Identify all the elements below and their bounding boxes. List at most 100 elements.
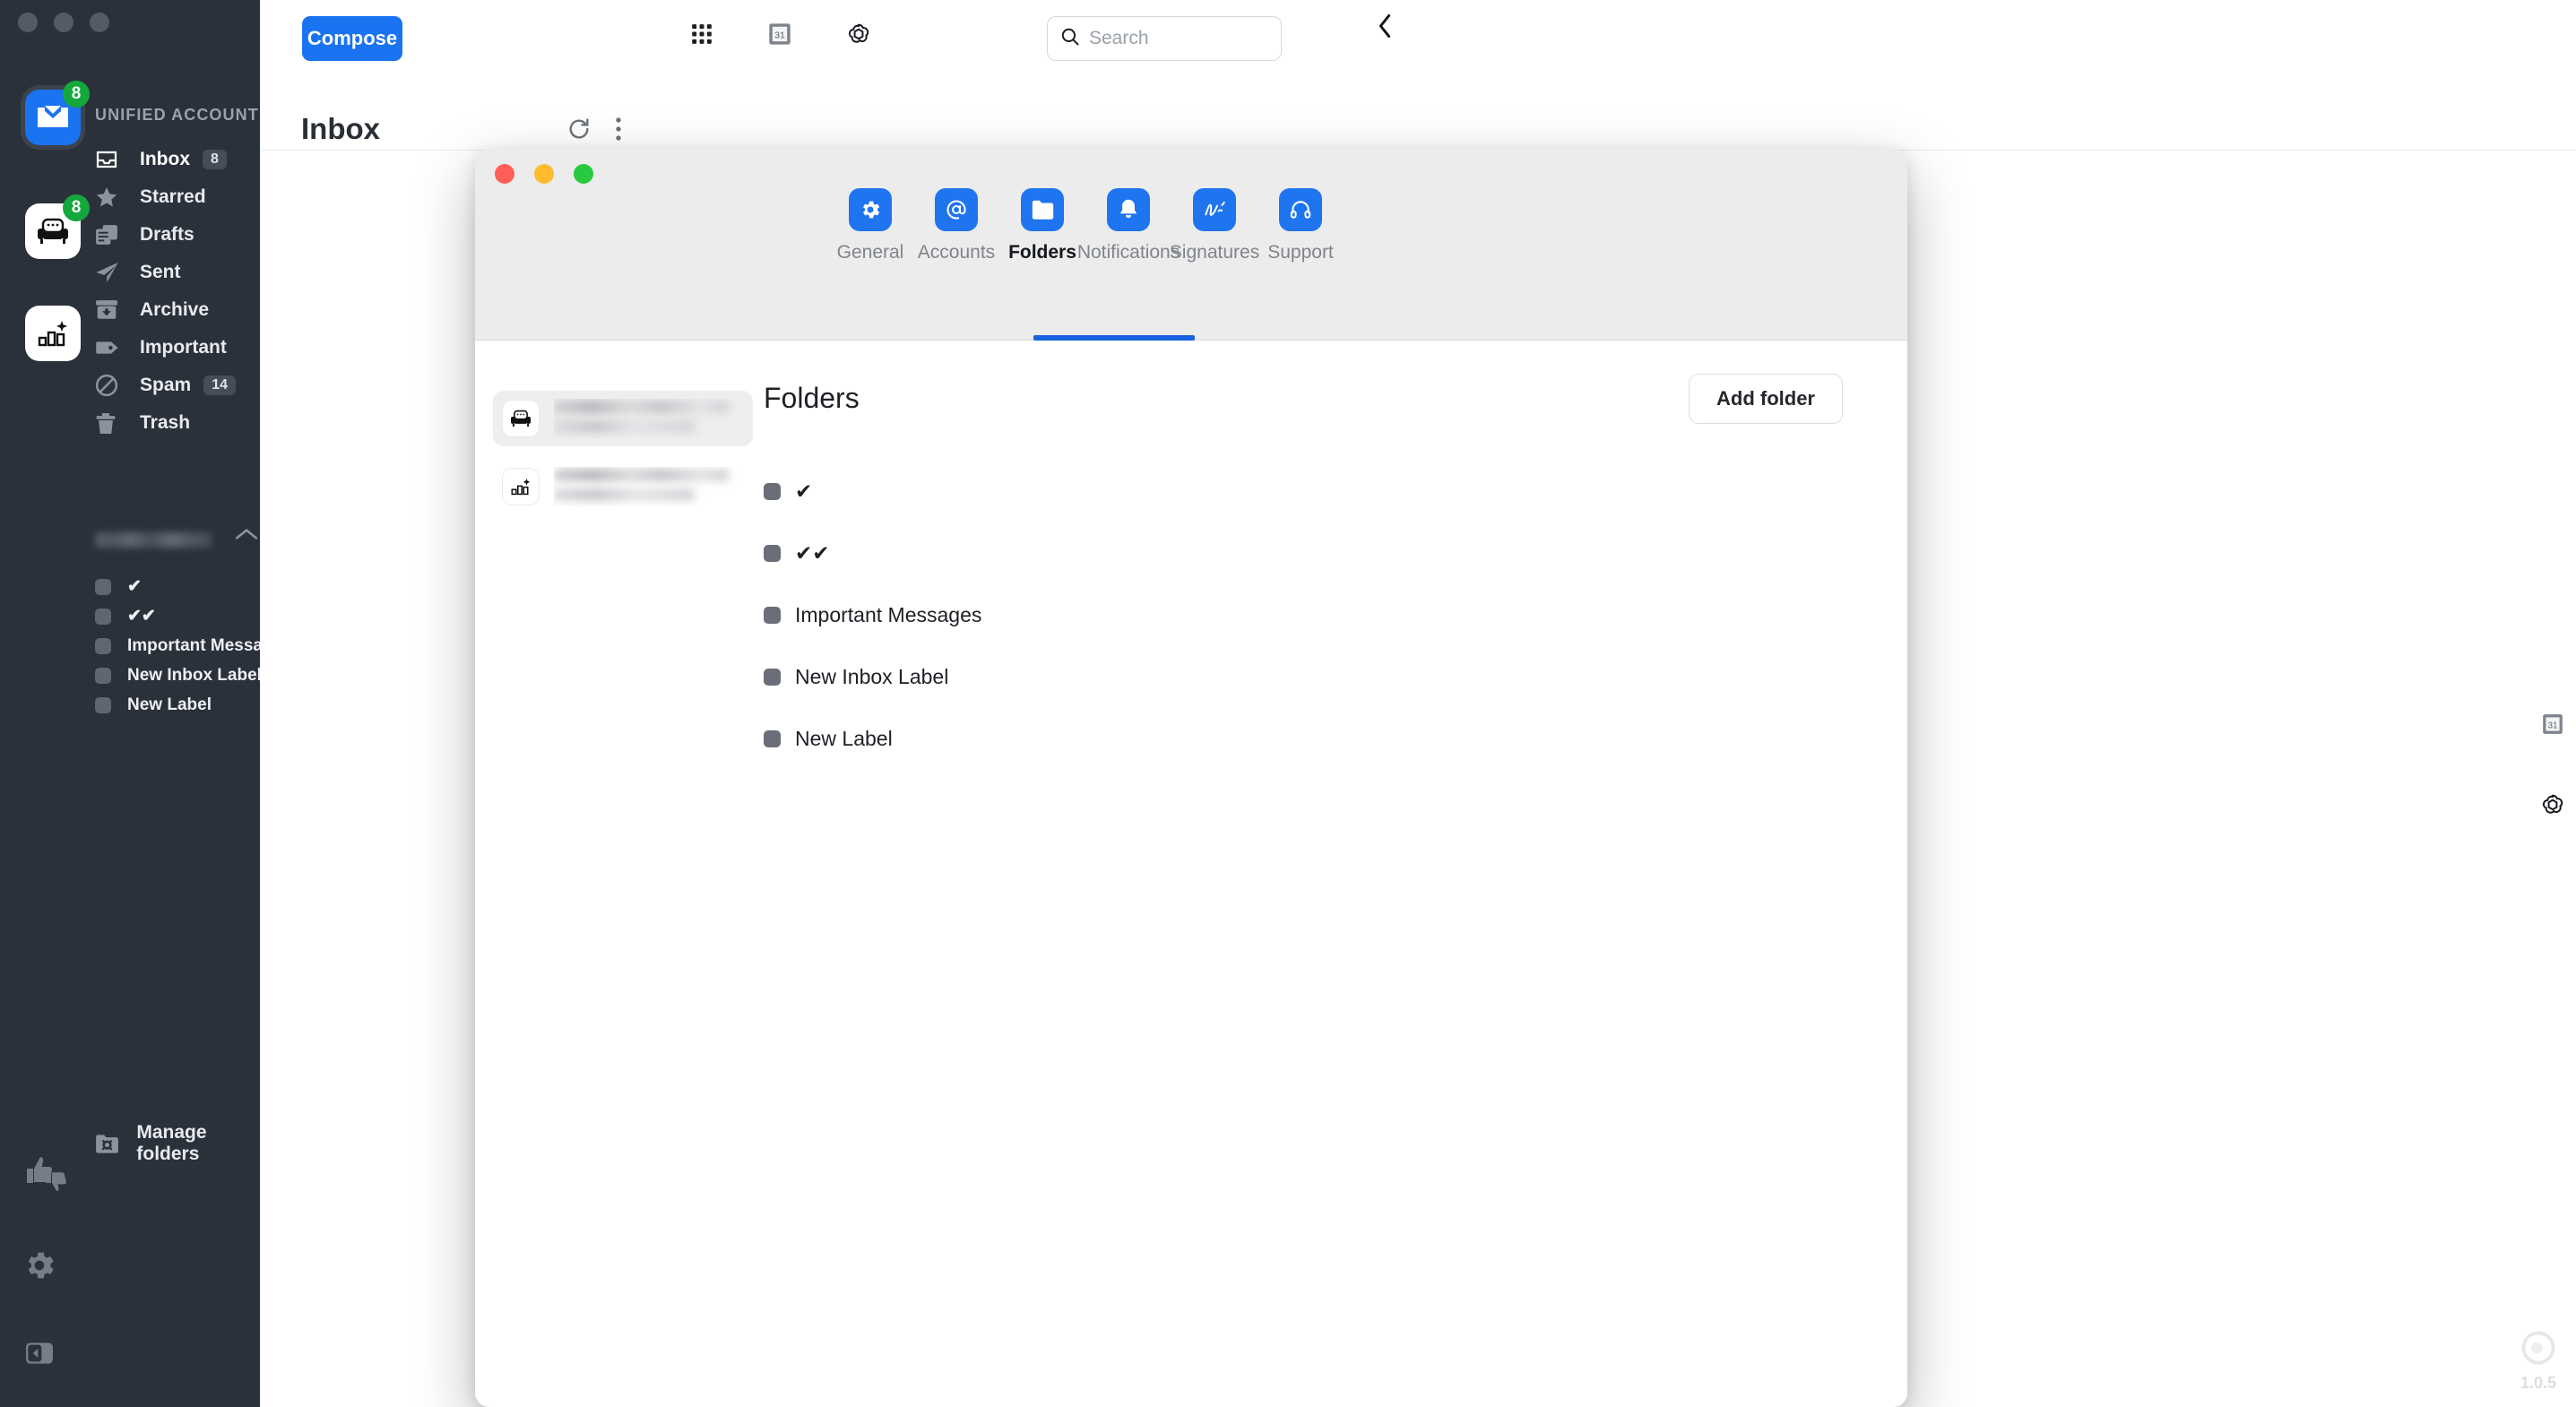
tab-accounts[interactable]: Accounts (913, 188, 999, 263)
collapse-panel-icon[interactable] (22, 1335, 57, 1371)
more-vertical-icon[interactable] (615, 117, 622, 146)
table-row[interactable]: New Label (764, 722, 981, 755)
window-minimize-button[interactable] (54, 13, 73, 32)
tab-label-signatures: Signatures (1170, 242, 1259, 263)
dialog-maximize-button[interactable] (574, 164, 593, 184)
folders-list: ✔ ✔✔ Important Messages New Inbox Label … (764, 475, 981, 755)
folder-name: New Inbox Label (795, 665, 948, 689)
folder-icon (1021, 188, 1064, 231)
compose-button[interactable]: Compose (302, 16, 402, 61)
settings-tab-bar: General Accounts (827, 188, 1344, 263)
headset-icon (1279, 188, 1322, 231)
tab-support[interactable]: Support (1258, 188, 1344, 263)
sidebar-item-archive[interactable]: Archive (95, 292, 260, 328)
label-color-swatch (95, 668, 111, 684)
chevron-left-icon[interactable] (1375, 13, 1395, 44)
labels-group-title-redacted (95, 532, 212, 548)
search-input[interactable] (1089, 28, 1268, 49)
tab-folders[interactable]: Folders (999, 188, 1085, 263)
tab-label-accounts: Accounts (918, 242, 995, 263)
label-color-swatch (95, 638, 111, 654)
table-row[interactable]: ✔ (764, 475, 981, 508)
sidebar-item-starred[interactable]: Starred (95, 179, 260, 215)
account-list (493, 391, 753, 527)
dialog-traffic-lights (495, 164, 593, 184)
sidebar-labels-list: ✔ ✔✔ Important Messa... New Inbox Label … (95, 572, 265, 720)
tab-general[interactable]: General (827, 188, 913, 263)
rail-app-couch[interactable]: 8 (25, 203, 81, 259)
tab-signatures[interactable]: Signatures (1171, 188, 1258, 263)
folder-name: Important Messages (795, 603, 981, 627)
openai-icon[interactable] (2540, 792, 2565, 822)
list-item[interactable] (493, 391, 753, 446)
signature-icon (1193, 188, 1236, 231)
chevron-up-icon[interactable] (235, 527, 258, 546)
sidebar-item-manage-folders[interactable]: Manage folders (95, 1122, 260, 1165)
inbox-icon (95, 150, 125, 169)
tab-notifications[interactable]: Notifications (1085, 188, 1171, 263)
calendar-31-icon[interactable]: 31 (2541, 712, 2564, 740)
couch-app-icon[interactable]: 8 (25, 203, 81, 259)
add-folder-button[interactable]: Add folder (1689, 374, 1843, 424)
table-row[interactable]: ✔✔ (764, 537, 981, 570)
gear-icon (849, 188, 892, 231)
thumbs-feedback-icon[interactable] (22, 1154, 66, 1192)
folder-color-swatch[interactable] (764, 545, 781, 562)
label-text: ✔ (127, 576, 142, 597)
list-item[interactable]: New Inbox Label (95, 660, 265, 690)
app-root: 8 8 (0, 0, 2576, 1407)
list-item[interactable]: ✔ (95, 572, 265, 601)
search-box[interactable] (1047, 16, 1282, 61)
archive-icon (95, 299, 125, 321)
mail-app-icon[interactable]: 8 (25, 90, 81, 145)
refresh-icon[interactable] (566, 117, 592, 146)
sidebar-item-trash[interactable]: Trash (95, 405, 260, 441)
sidebar-item-drafts[interactable]: Drafts (95, 217, 260, 253)
list-item[interactable] (493, 459, 753, 514)
analytics-app-icon[interactable] (25, 306, 81, 361)
folder-color-swatch[interactable] (764, 669, 781, 686)
folder-color-swatch[interactable] (764, 483, 781, 500)
calendar-31-icon[interactable]: 31 (767, 22, 792, 51)
table-row[interactable]: Important Messages (764, 599, 981, 632)
sidebar-label-sent: Sent (140, 262, 181, 283)
account-name-redacted (554, 467, 744, 506)
list-item[interactable]: ✔✔ (95, 601, 265, 631)
sidebar-label-important: Important (140, 337, 227, 358)
sidebar-count-spam: 14 (203, 375, 236, 395)
list-item[interactable]: New Label (95, 690, 265, 720)
folder-name: ✔ (795, 479, 812, 504)
openai-icon[interactable] (846, 22, 871, 51)
tab-label-folders: Folders (1008, 242, 1076, 263)
top-toolbar: Compose 31 (260, 0, 2576, 90)
right-edge-icon-dock: 31 (2540, 712, 2565, 822)
label-color-swatch (95, 579, 111, 595)
analytics-account-icon (502, 468, 540, 505)
window-close-button[interactable] (18, 13, 38, 32)
list-item[interactable]: Important Messa... (95, 631, 265, 660)
rail-app-mail[interactable]: 8 (25, 90, 81, 145)
folder-color-swatch[interactable] (764, 730, 781, 747)
folder-color-swatch[interactable] (764, 607, 781, 624)
settings-dialog-body: Folders Add folder ✔ ✔✔ Important Messag… (475, 341, 1907, 1407)
sidebar-nav-list: Inbox 8 Starred (95, 142, 260, 443)
sidebar-item-important[interactable]: Important (95, 330, 260, 366)
tab-label-support: Support (1267, 242, 1334, 263)
settings-gear-icon[interactable] (22, 1247, 57, 1283)
sidebar-item-inbox[interactable]: Inbox 8 (95, 142, 260, 177)
label-text: Important Messa... (127, 636, 277, 656)
table-row[interactable]: New Inbox Label (764, 660, 981, 694)
label-color-swatch (95, 697, 111, 713)
block-icon (95, 374, 125, 397)
apps-grid-icon[interactable] (690, 22, 713, 50)
dialog-close-button[interactable] (495, 164, 514, 184)
rail-app-analytics[interactable] (25, 306, 81, 361)
window-maximize-button[interactable] (90, 13, 109, 32)
manage-folders-icon (95, 1134, 122, 1154)
sidebar-item-spam[interactable]: Spam 14 (95, 367, 260, 403)
dialog-minimize-button[interactable] (534, 164, 554, 184)
sidebar-item-sent[interactable]: Sent (95, 255, 260, 290)
folders-panel-title: Folders (764, 382, 860, 414)
label-text: New Inbox Label (127, 666, 262, 686)
folders-panel-header: Folders Add folder (764, 382, 1871, 415)
